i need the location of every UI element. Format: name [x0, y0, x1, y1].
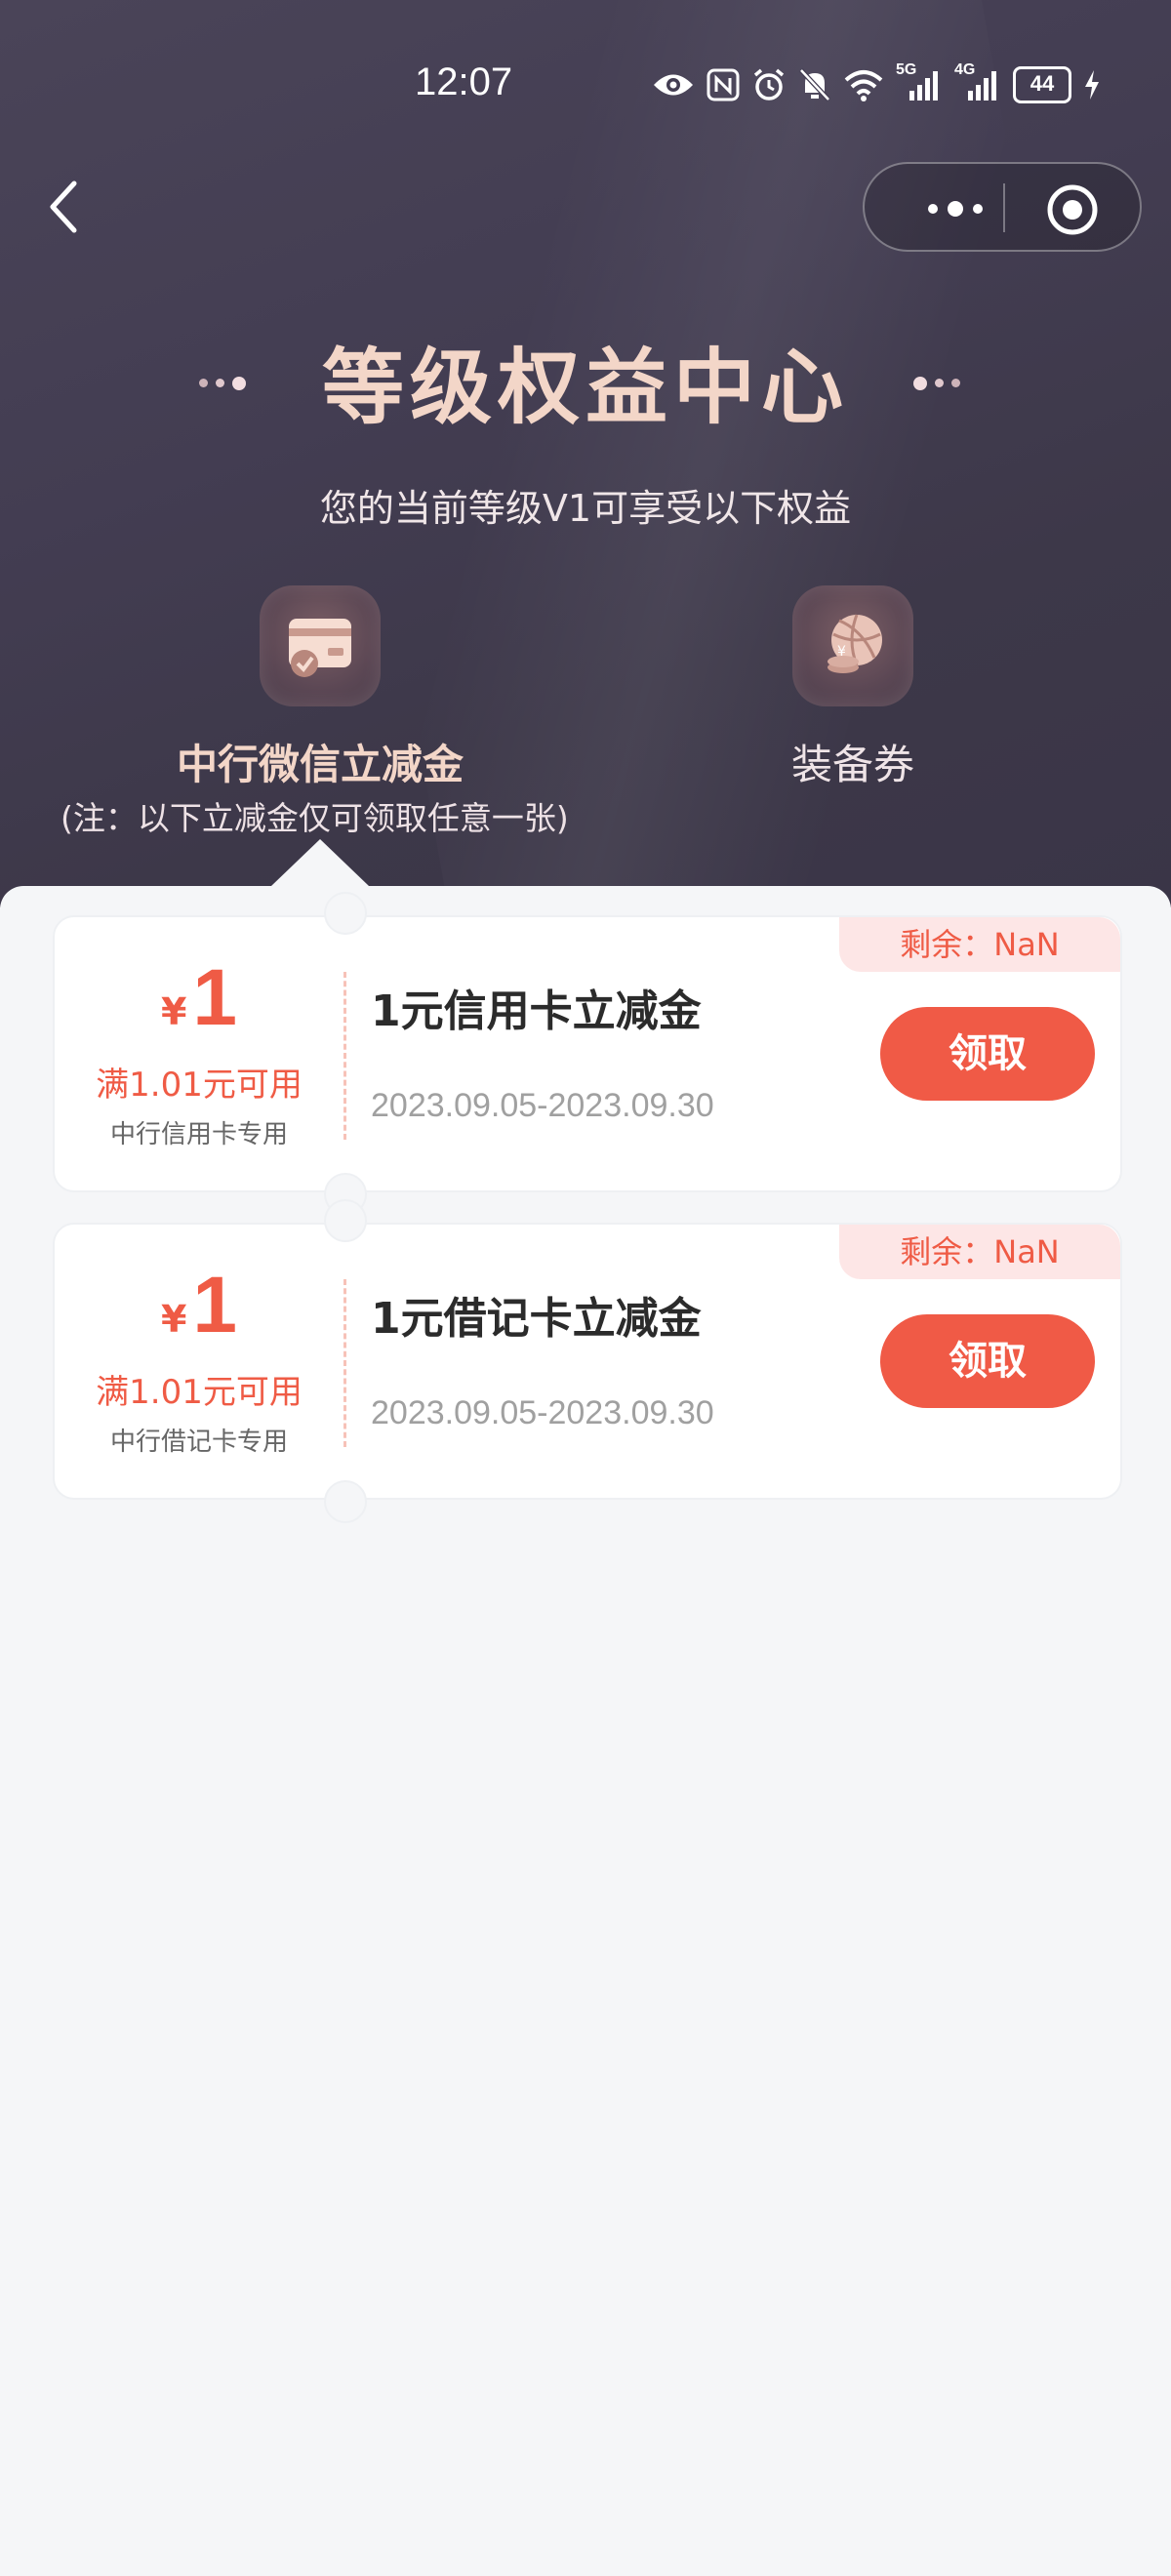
- wifi-icon: [844, 70, 883, 101]
- active-tab-caret: [271, 839, 369, 886]
- capsule-divider: [1003, 183, 1005, 232]
- coupon-threshold: 满1.01元可用: [96, 1373, 303, 1412]
- signal-4g: 4G: [954, 61, 1001, 102]
- basketball-coin-icon: ¥: [792, 585, 913, 706]
- remaining-badge: 剩余：NaN: [839, 917, 1120, 972]
- coupon-divider: [343, 1279, 346, 1447]
- charging-bolt-icon: [1085, 70, 1099, 100]
- status-bar: 12:07 5G 4G 44: [0, 0, 1171, 103]
- title-dots-right: [913, 373, 968, 392]
- svg-text:¥: ¥: [837, 644, 846, 660]
- close-miniapp-icon[interactable]: [1046, 183, 1099, 236]
- coupon-notch: [324, 1199, 367, 1242]
- coupon-notch: [324, 892, 367, 935]
- claim-button[interactable]: 领取: [880, 1007, 1095, 1101]
- level-subtitle: 您的当前等级V1可享受以下权益: [319, 487, 852, 530]
- battery-indicator: 44: [1013, 66, 1071, 103]
- page-title: 等级权益中心: [321, 340, 849, 435]
- coupon-scope: 中行信用卡专用: [109, 1120, 288, 1149]
- coupon-date-range: 2023.09.05-2023.09.30: [371, 1394, 714, 1431]
- coupon-amount: ¥1: [55, 952, 343, 1044]
- coupon-card: ¥1 满1.01元可用 中行借记卡专用 1元借记卡立减金 2023.09.05-…: [53, 1199, 1122, 1523]
- tab-label: 中行微信立减金: [176, 741, 464, 788]
- coupon-scope: 中行借记卡专用: [109, 1428, 288, 1457]
- tab-wechat-coupon[interactable]: 中行微信立减金: [125, 585, 515, 791]
- coupon-title: 1元信用卡立减金: [371, 986, 702, 1036]
- coupon-card: ¥1 满1.01元可用 中行信用卡专用 1元信用卡立减金 2023.09.05-…: [53, 892, 1122, 1216]
- remaining-badge: 剩余：NaN: [839, 1225, 1120, 1279]
- coupon-date-range: 2023.09.05-2023.09.30: [371, 1087, 714, 1124]
- coupon-divider: [343, 972, 346, 1140]
- tab-label: 装备券: [790, 741, 914, 788]
- card-coupon-icon: [260, 585, 381, 706]
- tab-equipment-coupon[interactable]: ¥ 装备券: [658, 585, 1048, 791]
- coupon-list: ¥1 满1.01元可用 中行信用卡专用 1元信用卡立减金 2023.09.05-…: [0, 886, 1171, 2576]
- signal-bars-icon: [968, 71, 996, 101]
- coupon-amount: ¥1: [55, 1260, 343, 1351]
- signal-bars-icon: [909, 71, 938, 101]
- coupon-notch: [324, 1480, 367, 1523]
- amount-value: 1: [192, 1261, 238, 1349]
- currency-symbol: ¥: [160, 990, 187, 1033]
- signal-5g: 5G: [896, 61, 943, 102]
- amount-value: 1: [192, 953, 238, 1042]
- coupon-title: 1元借记卡立减金: [371, 1294, 702, 1344]
- claim-button[interactable]: 领取: [880, 1314, 1095, 1408]
- status-time: 12:07: [415, 60, 513, 103]
- mute-bell-icon: [799, 68, 830, 101]
- miniapp-capsule: [863, 162, 1142, 252]
- claim-note: (注：以下立减金仅可领取任意一张): [61, 799, 569, 837]
- currency-symbol: ¥: [160, 1298, 187, 1341]
- status-icons: 5G 4G 44: [652, 61, 1101, 103]
- nfc-icon: [707, 68, 740, 101]
- more-options-icon[interactable]: [904, 191, 1011, 226]
- back-arrow-icon[interactable]: [41, 178, 90, 236]
- alarm-icon: [753, 68, 785, 101]
- coupon-threshold: 满1.01元可用: [96, 1066, 303, 1105]
- eye-icon: [654, 74, 693, 96]
- header-banner: 12:07 5G 4G 44 等级权益中心 您的当前等级V1可享受以下权益 中行…: [0, 0, 1171, 907]
